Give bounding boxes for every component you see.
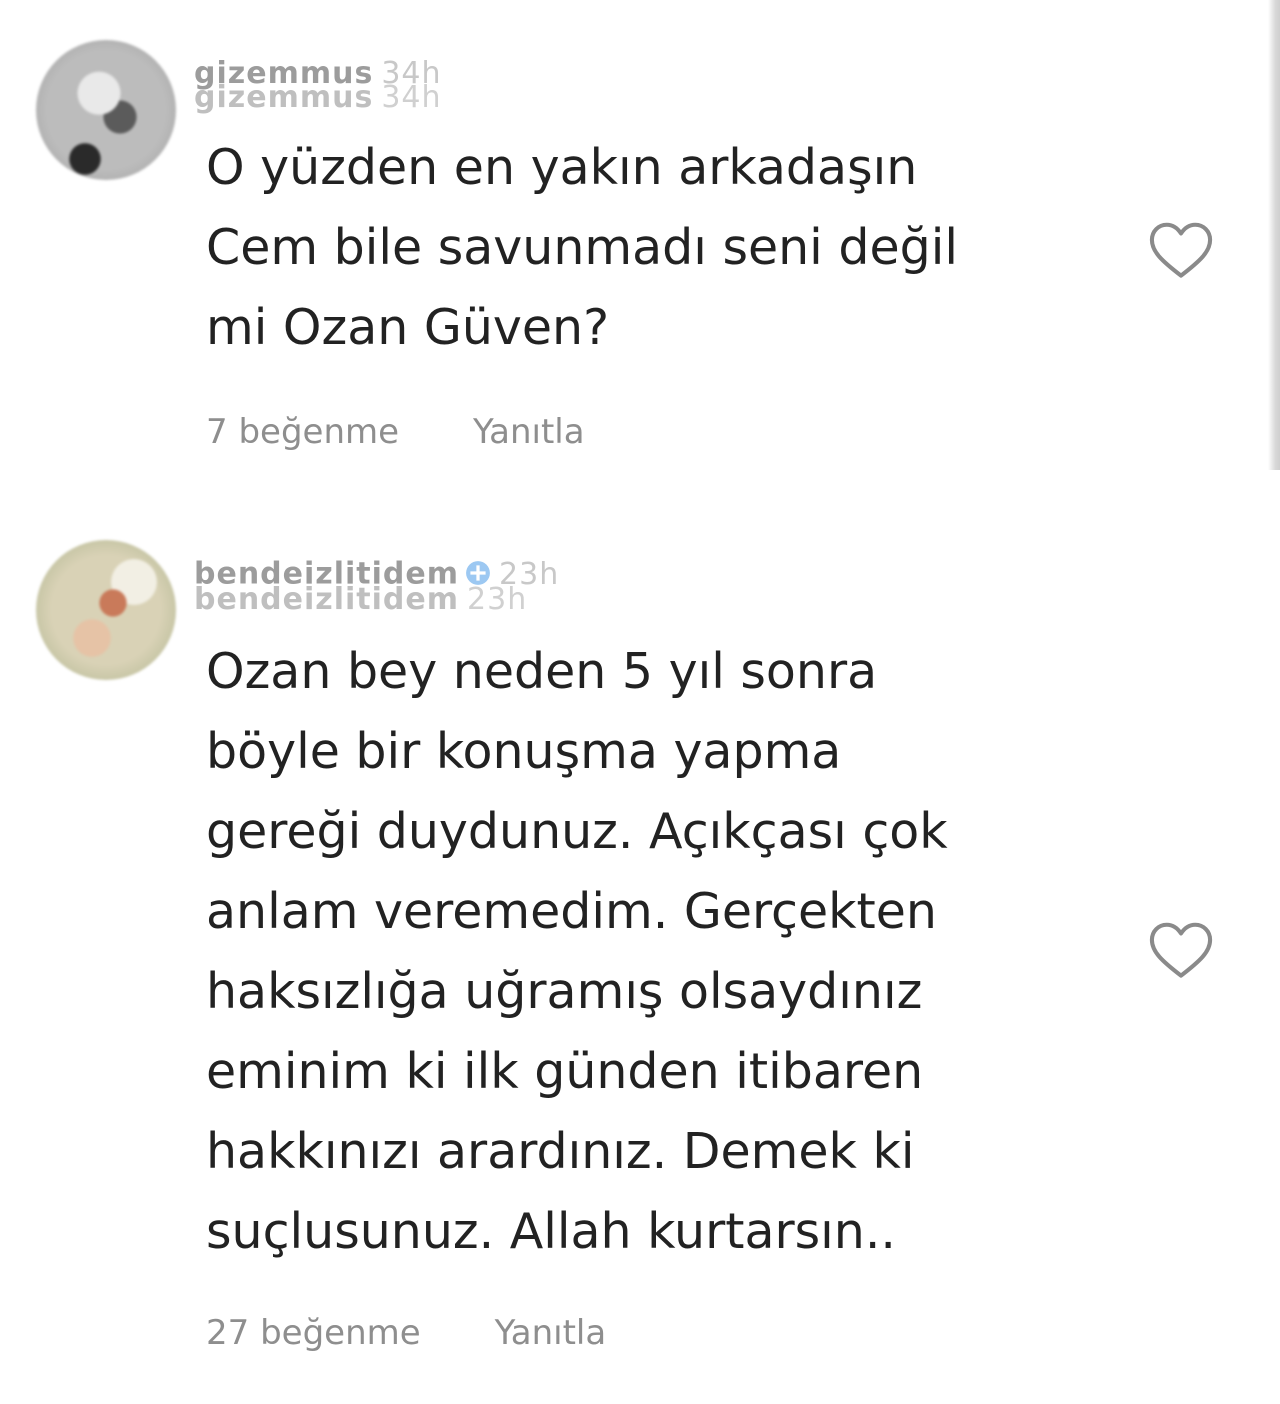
comment-line: Cem bile savunmadı seni değil	[206, 219, 958, 276]
comment-body: Ozan bey neden 5 yıl sonra böyle bir kon…	[206, 632, 1106, 1272]
like-button[interactable]	[1146, 216, 1216, 280]
comment-username[interactable]: bendeizlitidem 23h bendeizlitidem 23h	[194, 559, 559, 617]
comment-line: haksızlığa uğramış olsaydınız	[206, 963, 923, 1020]
comment-body: O yüzden en yakın arkadaşın Cem bile sav…	[206, 128, 1106, 368]
comment-line: suçlusunuz. Allah kurtarsın..	[206, 1203, 896, 1260]
comment-line: Ozan bey neden 5 yıl sonra	[206, 643, 878, 700]
like-button[interactable]	[1146, 916, 1216, 980]
reply-button[interactable]: Yanıtla	[473, 412, 585, 452]
avatar[interactable]	[36, 540, 176, 680]
username-echo: gizemmus 34h	[194, 80, 442, 115]
comment-line: O yüzden en yakın arkadaşın	[206, 139, 918, 196]
screen-edge-shadow	[1268, 0, 1280, 470]
like-count[interactable]: 7 beğenme	[206, 412, 399, 452]
comment-meta: 7 beğenme Yanıtla	[206, 412, 585, 452]
heart-outline-icon[interactable]	[1146, 916, 1216, 980]
comment-meta: 27 beğenme Yanıtla	[206, 1313, 606, 1353]
comment-line: eminim ki ilk günden itibaren	[206, 1043, 924, 1100]
comment-line: mi Ozan Güven?	[206, 299, 610, 356]
username-echo: bendeizlitidem 23h	[194, 582, 528, 617]
comment-line: hakkınızı arardınız. Demek ki	[206, 1123, 915, 1180]
comment-username[interactable]: gizemmus 34h gizemmus 34h	[194, 59, 442, 115]
comment-line: gereği duydunuz. Açıkçası çok	[206, 803, 948, 860]
avatar[interactable]	[36, 40, 176, 180]
reply-button[interactable]: Yanıtla	[495, 1313, 607, 1353]
like-count[interactable]: 27 beğenme	[206, 1313, 421, 1353]
comment-line: böyle bir konuşma yapma	[206, 723, 842, 780]
heart-outline-icon[interactable]	[1146, 216, 1216, 280]
comment-line: anlam veremedim. Gerçekten	[206, 883, 937, 940]
